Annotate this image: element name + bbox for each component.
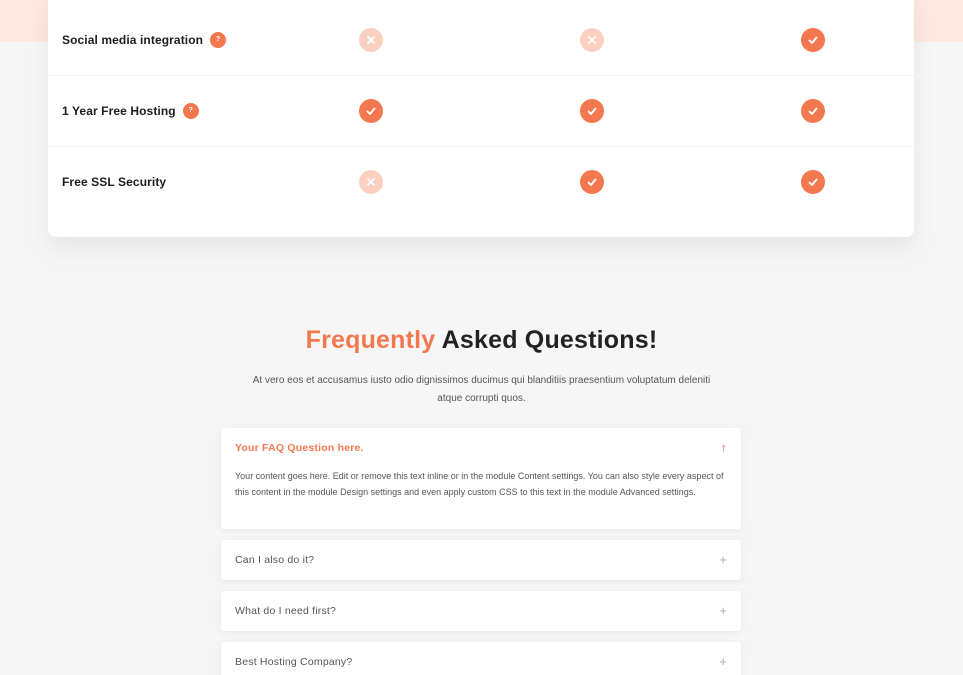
faq-item[interactable]: Best Hosting Company? + (221, 642, 741, 675)
plus-icon[interactable]: + (719, 553, 727, 566)
faq-question[interactable]: Your FAQ Question here. (235, 442, 364, 454)
plus-icon[interactable]: + (719, 604, 727, 617)
feature-row: Social media integration ? (48, 5, 914, 76)
feature-row: 1 Year Free Hosting ? (48, 76, 914, 147)
info-icon[interactable]: ? (182, 103, 199, 119)
feature-row: Free SSL Security (48, 147, 914, 217)
faq-title: Frequently Asked Questions! (0, 326, 963, 355)
faq-answer: Your content goes here. Edit or remove t… (235, 471, 724, 497)
faq-item[interactable]: Can I also do it? + (221, 540, 741, 580)
faq-subtitle: At vero eos et accusamus iusto odio dign… (252, 375, 711, 404)
faq-question[interactable]: What do I need first? (235, 605, 336, 617)
feature-label: 1 Year Free Hosting ? (62, 76, 199, 146)
check-icon (801, 28, 825, 52)
cross-icon (359, 170, 383, 194)
plus-icon[interactable]: + (719, 655, 727, 668)
faq-title-rest: Asked Questions! (435, 326, 658, 354)
feature-label: Free SSL Security (62, 147, 166, 217)
check-icon (580, 99, 604, 123)
pricing-comparison-card: Social media integration ? 1 Year Free H… (48, 0, 914, 237)
info-icon[interactable]: ? (210, 32, 227, 48)
feature-name: Social media integration (62, 33, 204, 47)
cross-icon (359, 28, 383, 52)
check-icon (801, 170, 825, 194)
check-icon (801, 99, 825, 123)
page: Social media integration ? 1 Year Free H… (0, 0, 963, 675)
faq-question[interactable]: Best Hosting Company? (235, 656, 352, 668)
check-icon (359, 99, 383, 123)
feature-label: Social media integration ? (62, 5, 227, 75)
cross-icon (580, 28, 604, 52)
faq-question[interactable]: Can I also do it? (235, 554, 314, 566)
faq-title-accent: Frequently (305, 326, 436, 354)
feature-name: Free SSL Security (62, 175, 167, 189)
check-icon (580, 170, 604, 194)
arrow-up-icon[interactable]: ↑ (721, 441, 728, 454)
feature-name: 1 Year Free Hosting (62, 104, 176, 118)
faq-item-open[interactable]: Your FAQ Question here. ↑ Your content g… (221, 428, 741, 529)
faq-item[interactable]: What do I need first? + (221, 591, 741, 631)
